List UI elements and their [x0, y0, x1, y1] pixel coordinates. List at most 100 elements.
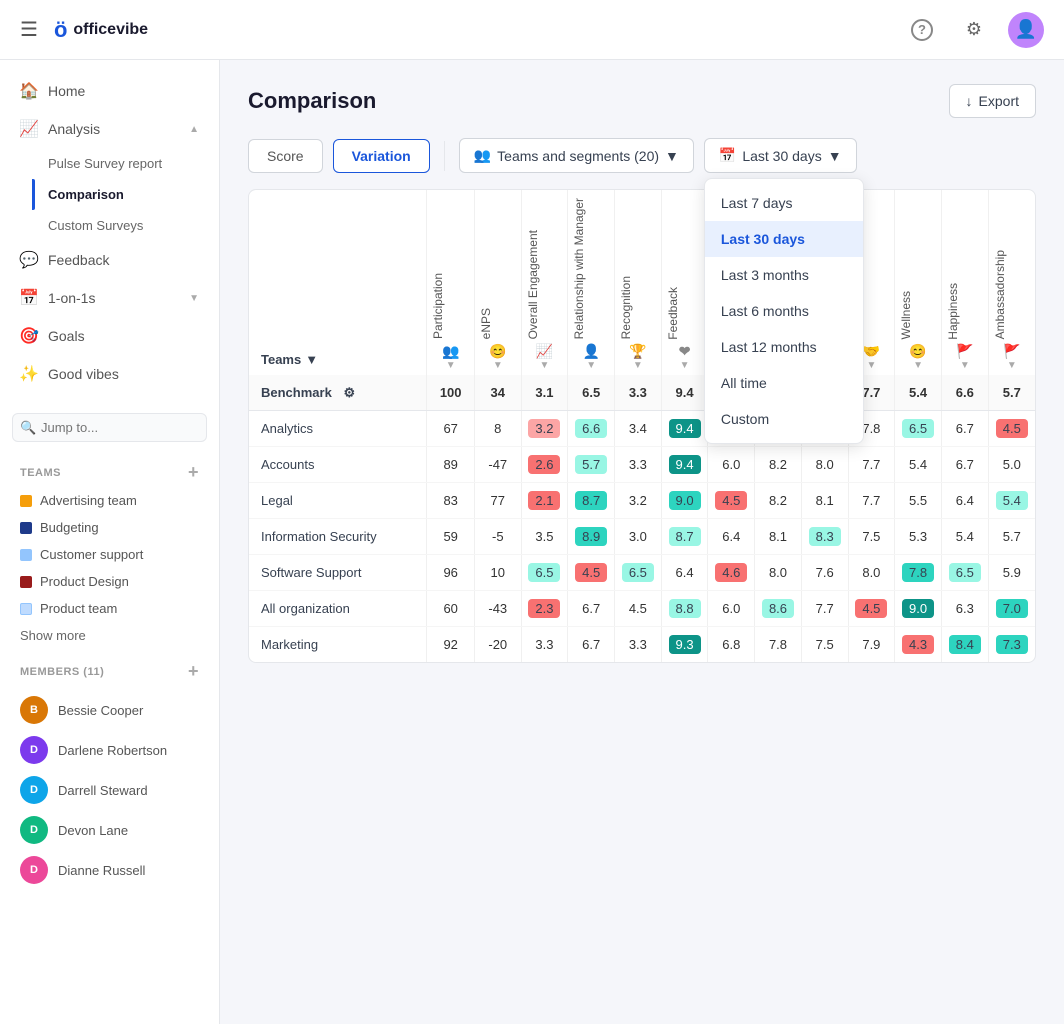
cell-value-2-2: 2.1: [528, 491, 560, 510]
export-button[interactable]: ↓ Export: [949, 84, 1036, 118]
logo: öofficevibe: [54, 17, 148, 43]
cell-value-4-5: 6.4: [669, 563, 701, 582]
show-more-button[interactable]: Show more: [0, 622, 219, 649]
add-team-button[interactable]: +: [188, 462, 199, 483]
cell-value-3-5: 8.7: [669, 527, 701, 546]
ambassadorship-sort[interactable]: ▼: [993, 360, 1031, 371]
happiness-sort[interactable]: ▼: [946, 360, 984, 371]
cell-6-10: 4.3: [895, 627, 942, 663]
sidebar-item-analysis[interactable]: 📈 Analysis ▲: [0, 110, 219, 148]
row-label-1: Accounts: [249, 447, 427, 483]
sidebar-item-goals[interactable]: 🎯 Goals: [0, 317, 219, 355]
date-option-custom[interactable]: Custom: [705, 401, 863, 437]
cell-value-6-2: 3.3: [528, 635, 560, 654]
cell-value-3-0: 59: [435, 527, 467, 546]
cell-value-1-9: 7.7: [855, 455, 887, 474]
menu-icon[interactable]: ☰: [20, 17, 38, 42]
table-row: Legal83772.18.73.29.04.58.28.17.75.56.45…: [249, 483, 1035, 519]
enps-sort[interactable]: ▼: [479, 360, 517, 371]
cell-value-3-2: 3.5: [528, 527, 560, 546]
sidebar-item-feedback[interactable]: 💬 Feedback: [0, 241, 219, 279]
team-product-design[interactable]: Product Design: [0, 568, 219, 595]
help-button[interactable]: ?: [904, 12, 940, 48]
member-darrell[interactable]: D Darrell Steward: [0, 770, 219, 810]
feedback-sort[interactable]: ▼: [666, 360, 704, 371]
team-budgeting[interactable]: Budgeting: [0, 514, 219, 541]
team-advertising[interactable]: Advertising team: [0, 487, 219, 514]
sidebar-analysis-label: Analysis: [48, 121, 100, 137]
cell-1-5: 9.4: [661, 447, 708, 483]
team-dot-budgeting: [20, 522, 32, 534]
team-product-team[interactable]: Product team: [0, 595, 219, 622]
cell-0-1: 8: [474, 411, 521, 447]
cell-1-3: 5.7: [568, 447, 615, 483]
jump-to-wrap: 🔍: [12, 413, 207, 442]
cell-value-3-1: -5: [482, 527, 514, 546]
cell-5-10: 9.0: [895, 591, 942, 627]
cell-1-2: 2.6: [521, 447, 568, 483]
wellness-sort[interactable]: ▼: [899, 360, 937, 371]
jump-to-input[interactable]: [12, 413, 207, 442]
date-filter-button[interactable]: 📅 Last 30 days ▼: [704, 138, 857, 173]
date-option-12months[interactable]: Last 12 months: [705, 329, 863, 365]
cell-4-12: 5.9: [988, 555, 1035, 591]
date-option-7days[interactable]: Last 7 days: [705, 185, 863, 221]
tab-score[interactable]: Score: [248, 139, 323, 173]
sub-nav-custom-surveys[interactable]: Custom Surveys: [48, 210, 219, 241]
cell-value-5-2: 2.3: [528, 599, 560, 618]
cell-1-11: 6.7: [941, 447, 988, 483]
sidebar-1on1s-label: 1-on-1s: [48, 290, 95, 306]
cell-value-1-1: -47: [482, 455, 514, 474]
cell-value-1-10: 5.4: [902, 455, 934, 474]
date-option-30days[interactable]: Last 30 days: [705, 221, 863, 257]
row-label-2: Legal: [249, 483, 427, 519]
settings-button[interactable]: ⚙: [956, 12, 992, 48]
col-feedback-label: Feedback: [666, 287, 680, 340]
row-label-6: Marketing: [249, 627, 427, 663]
member-dianne[interactable]: D Dianne Russell: [0, 850, 219, 890]
member-darlene[interactable]: D Darlene Robertson: [0, 730, 219, 770]
date-option-3months[interactable]: Last 3 months: [705, 257, 863, 293]
team-customer-support[interactable]: Customer support: [0, 541, 219, 568]
logo-dot: ö: [54, 17, 67, 43]
benchmark-ambassadorship: 5.7: [988, 375, 1035, 411]
cell-6-0: 92: [427, 627, 474, 663]
cell-value-2-4: 3.2: [622, 491, 654, 510]
relationship-sort[interactable]: ▼: [572, 360, 610, 371]
teams-sort[interactable]: Teams ▼: [261, 352, 318, 367]
col-enps: eNPS 😊 ▼: [474, 190, 521, 375]
sidebar-good-vibes-label: Good vibes: [48, 366, 119, 382]
sub-nav-comparison[interactable]: Comparison: [48, 179, 219, 210]
member-devon[interactable]: D Devon Lane: [0, 810, 219, 850]
cell-value-0-12: 4.5: [996, 419, 1028, 438]
add-member-button[interactable]: +: [188, 661, 199, 682]
cell-1-10: 5.4: [895, 447, 942, 483]
participation-sort[interactable]: ▼: [431, 360, 469, 371]
date-option-alltime[interactable]: All time: [705, 365, 863, 401]
cell-4-2: 6.5: [521, 555, 568, 591]
date-option-6months[interactable]: Last 6 months: [705, 293, 863, 329]
cell-value-6-1: -20: [482, 635, 514, 654]
sidebar: 🏠 Home 📈 Analysis ▲ Pulse Survey report …: [0, 60, 220, 1024]
sub-nav-pulse-survey[interactable]: Pulse Survey report: [48, 148, 219, 179]
member-bessie[interactable]: B Bessie Cooper: [0, 690, 219, 730]
members-section-title: MEMBERS (11) +: [20, 661, 199, 682]
user-avatar[interactable]: 👤: [1008, 12, 1044, 48]
members-section: MEMBERS (11) +: [0, 649, 219, 686]
overall-sort[interactable]: ▼: [526, 360, 564, 371]
team-label-budgeting: Budgeting: [40, 520, 99, 535]
sidebar-item-good-vibes[interactable]: ✨ Good vibes: [0, 355, 219, 393]
cell-value-3-10: 5.3: [902, 527, 934, 546]
sidebar-item-home[interactable]: 🏠 Home: [0, 72, 219, 110]
date-filter-chevron: ▼: [828, 148, 842, 164]
tab-variation[interactable]: Variation: [333, 139, 430, 173]
recognition-sort[interactable]: ▼: [619, 360, 657, 371]
cell-3-1: -5: [474, 519, 521, 555]
cell-value-1-11: 6.7: [949, 455, 981, 474]
benchmark-recognition: 3.3: [615, 375, 662, 411]
sidebar-item-1on1s[interactable]: 📅 1-on-1s ▼: [0, 279, 219, 317]
benchmark-enps: 34: [474, 375, 521, 411]
teams-filter-button[interactable]: 👥 Teams and segments (20) ▼: [459, 138, 694, 173]
participation-icon: 👥: [431, 343, 469, 360]
benchmark-settings-icon[interactable]: ⚙: [343, 385, 355, 400]
